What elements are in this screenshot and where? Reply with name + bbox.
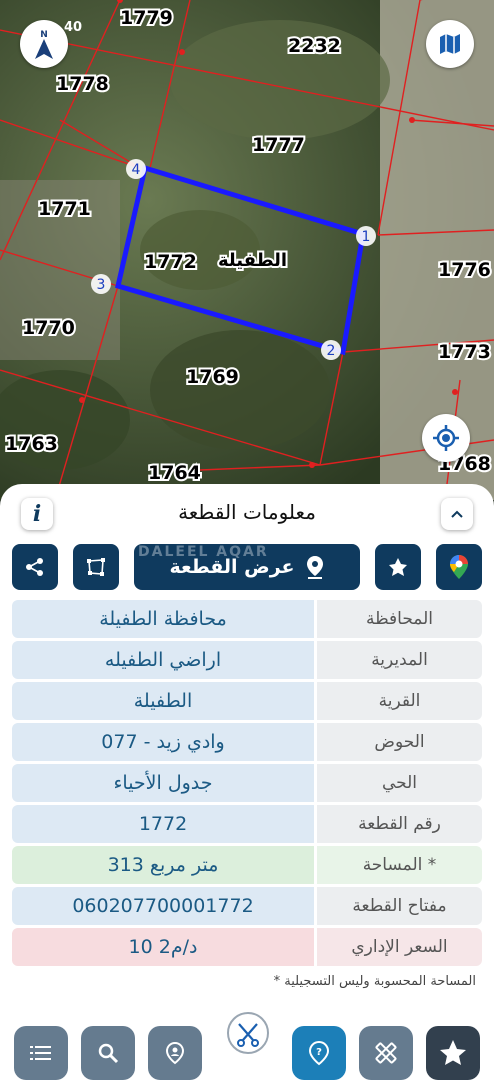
plot-label-1773[interactable]: 1773 — [436, 339, 493, 365]
scissors-icon — [227, 1012, 269, 1054]
google-maps-button[interactable] — [436, 544, 482, 590]
row-plot-number: 1772 رقم القطعة — [12, 805, 482, 843]
compass-button[interactable]: N — [20, 20, 68, 68]
plot-number-label: رقم القطعة — [317, 805, 482, 843]
map-layers-button[interactable] — [426, 20, 474, 68]
star-icon — [440, 1040, 466, 1065]
basin-label: الحوض — [317, 723, 482, 761]
chevron-up-icon — [451, 510, 463, 518]
svg-text:?: ? — [316, 1047, 322, 1058]
info-button[interactable]: i — [21, 498, 53, 530]
svg-text:4: 4 — [132, 162, 141, 178]
plot-number-value: 1772 — [12, 805, 314, 843]
polygon-shape-icon — [87, 558, 105, 576]
basin-value: وادي زيد - 077 — [12, 723, 314, 761]
row-basin: وادي زيد - 077 الحوض — [12, 723, 482, 761]
location-question-icon: ? — [308, 1040, 330, 1066]
area-value: 313 متر مربع — [12, 846, 314, 884]
center-scissors-button[interactable] — [225, 1010, 271, 1056]
panel-title: معلومات القطعة — [178, 500, 316, 524]
favorites-button[interactable] — [426, 1026, 480, 1080]
row-village: الطفيلة القرية — [12, 682, 482, 720]
location-pin-icon — [306, 556, 323, 579]
watermark: DALEEL AQAR — [138, 544, 269, 560]
village-label: القرية — [317, 682, 482, 720]
neighborhood-value: جدول الأحياء — [12, 764, 314, 802]
crosshair-location-icon — [433, 425, 459, 451]
governorate-label: المحافظة — [317, 600, 482, 638]
directorate-value: اراضي الطفيله — [12, 641, 314, 679]
plot-label-1769[interactable]: 1769 — [184, 364, 241, 390]
corner-marker-1: 1 — [356, 226, 376, 246]
share-icon — [26, 558, 43, 576]
plot-details-table: محافظة الطفيلة المحافظة اراضي الطفيله ال… — [12, 600, 482, 969]
plot-label-1779[interactable]: 1779 — [118, 5, 175, 31]
village-value: الطفيلة — [12, 682, 314, 720]
area-label: المساحة * — [317, 846, 482, 884]
plot-label-2232[interactable]: 2232 — [286, 33, 343, 59]
info-icon: i — [32, 501, 42, 527]
plot-key-label: مفتاح القطعة — [317, 887, 482, 925]
row-directorate: اراضي الطفيله المديرية — [12, 641, 482, 679]
area-name-label: الطفيلة — [218, 250, 287, 271]
measure-button[interactable] — [73, 544, 119, 590]
svg-text:1: 1 — [362, 229, 371, 245]
favorite-button[interactable] — [375, 544, 421, 590]
status-time: 40 — [64, 20, 83, 35]
collapse-button[interactable] — [441, 498, 473, 530]
nearby-location-button[interactable] — [148, 1026, 202, 1080]
row-area: 313 متر مربع المساحة * — [12, 846, 482, 884]
google-maps-pin-icon — [450, 555, 468, 579]
row-governorate: محافظة الطفيلة المحافظة — [12, 600, 482, 638]
plot-lookup-button[interactable]: ? — [292, 1026, 346, 1080]
directorate-label: المديرية — [317, 641, 482, 679]
map-view[interactable]: 1 2 3 4 1779 2232 1778 1777 1771 1772 17… — [0, 0, 494, 501]
corner-marker-3: 3 — [91, 274, 111, 294]
admin-price-value: 10 د/م2 — [12, 928, 314, 966]
plot-label-1772[interactable]: 1772 — [142, 249, 199, 275]
search-icon — [98, 1043, 119, 1064]
plot-label-1778[interactable]: 1778 — [54, 71, 111, 97]
svg-text:2: 2 — [327, 343, 336, 359]
svg-text:3: 3 — [97, 277, 106, 293]
plot-label-1770[interactable]: 1770 — [20, 315, 77, 341]
corner-marker-4: 4 — [126, 159, 146, 179]
star-icon — [389, 558, 407, 576]
list-button[interactable] — [14, 1026, 68, 1080]
svg-text:N: N — [40, 30, 48, 40]
plot-label-1771[interactable]: 1771 — [36, 196, 93, 222]
row-neighborhood: جدول الأحياء الحي — [12, 764, 482, 802]
list-icon — [30, 1046, 51, 1060]
tools-button[interactable] — [359, 1026, 413, 1080]
plot-label-1763[interactable]: 1763 — [3, 431, 60, 457]
neighborhood-label: الحي — [317, 764, 482, 802]
compass-icon: N — [35, 30, 53, 59]
ruler-pencil-icon — [375, 1042, 397, 1064]
plot-info-panel: i معلومات القطعة عرض القطعة DALEEL AQAR — [0, 484, 494, 1080]
plot-label-1776[interactable]: 1776 — [436, 257, 493, 283]
admin-price-label: السعر الإداري — [317, 928, 482, 966]
corner-marker-2: 2 — [321, 340, 341, 360]
governorate-value: محافظة الطفيلة — [12, 600, 314, 638]
map-canvas[interactable]: 1 2 3 4 1779 2232 1778 1777 1771 1772 17… — [0, 0, 494, 501]
plot-label-1764[interactable]: 1764 — [146, 460, 203, 486]
location-person-icon — [165, 1041, 185, 1065]
plot-label-1777[interactable]: 1777 — [250, 132, 307, 158]
share-button[interactable] — [12, 544, 58, 590]
area-footnote: * المساحة المحسوبة وليس التسجيلية — [273, 974, 476, 989]
row-admin-price: 10 د/م2 السعر الإداري — [12, 928, 482, 966]
search-button[interactable] — [81, 1026, 135, 1080]
plot-key-value: 060207700001772 — [12, 887, 314, 925]
bottom-toolbar: ? — [0, 996, 494, 1080]
map-icon — [440, 34, 460, 54]
row-plot-key: 060207700001772 مفتاح القطعة — [12, 887, 482, 925]
my-location-button[interactable] — [422, 414, 470, 462]
